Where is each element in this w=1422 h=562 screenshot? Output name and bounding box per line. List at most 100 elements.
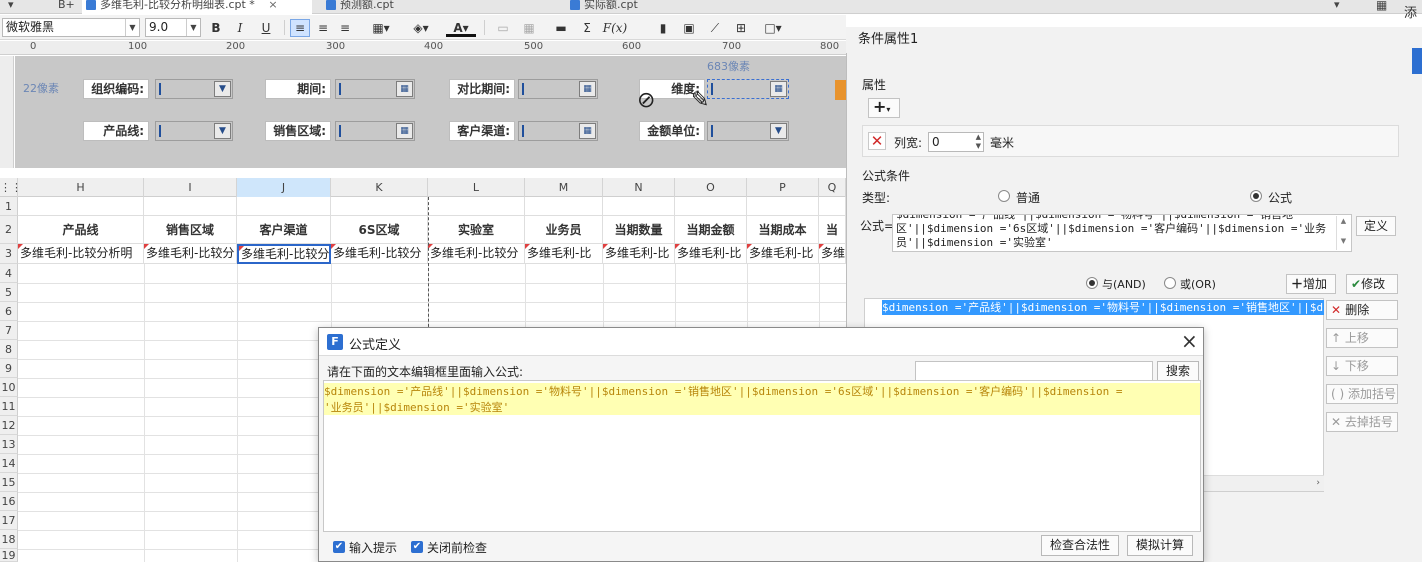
grid-cell[interactable]: [237, 197, 331, 216]
edit-pencil-icon[interactable]: ✎: [691, 90, 719, 114]
row-header[interactable]: 7: [0, 321, 18, 340]
column-header-q[interactable]: Q: [819, 178, 846, 197]
data-cell[interactable]: 多维: [819, 244, 846, 264]
grid-cell[interactable]: [18, 197, 144, 216]
row-header[interactable]: 16: [0, 492, 18, 511]
row-header[interactable]: 1: [0, 197, 18, 216]
italic-button[interactable]: I: [232, 19, 248, 37]
data-cell[interactable]: 多维毛利-比: [675, 244, 747, 264]
remove-bracket-button[interactable]: ✕ 去掉括号: [1326, 412, 1398, 432]
sales-region-field[interactable]: ▦: [335, 121, 415, 141]
grid-cell[interactable]: [603, 197, 675, 216]
search-input[interactable]: [915, 361, 1153, 381]
insert-image-icon[interactable]: ▣: [680, 19, 698, 37]
merge-cells-icon[interactable]: ▭: [494, 19, 512, 37]
row-header[interactable]: 13: [0, 435, 18, 454]
product-line-field[interactable]: ▼: [155, 121, 233, 141]
logic-and-radio[interactable]: [1086, 277, 1098, 289]
logic-or-radio[interactable]: [1164, 277, 1176, 289]
remove-attribute-icon[interactable]: ✕: [868, 132, 886, 150]
move-down-button[interactable]: ↓ 下移: [1326, 356, 1398, 376]
header-cell-current-cost[interactable]: 当期成本: [747, 216, 819, 244]
row-header[interactable]: 12: [0, 416, 18, 435]
header-cell-product-line[interactable]: 产品线: [18, 216, 144, 244]
new-tab-button[interactable]: B+: [52, 0, 78, 14]
data-cell[interactable]: 多维毛利-比: [603, 244, 675, 264]
add-attribute-button[interactable]: +▾: [868, 98, 900, 118]
calendar-icon[interactable]: ▦: [579, 81, 596, 97]
tab-scroll-down-icon[interactable]: ▾: [1330, 0, 1350, 14]
sub-report-icon[interactable]: ⊞: [732, 19, 750, 37]
grid-cell[interactable]: [675, 197, 747, 216]
header-cell-lab[interactable]: 实验室: [428, 216, 525, 244]
font-family-select[interactable]: 微软雅黑 ▼: [2, 18, 140, 37]
row-header[interactable]: 10: [0, 378, 18, 397]
header-cell-truncated[interactable]: 当: [819, 216, 846, 244]
input-hint-checkbox[interactable]: ✔: [333, 541, 345, 553]
dropdown-icon[interactable]: ▼: [770, 123, 787, 139]
header-cell-sales-region[interactable]: 销售区域: [144, 216, 237, 244]
type-formula-radio[interactable]: [1250, 190, 1262, 202]
column-header-i[interactable]: I: [144, 178, 237, 197]
row-header[interactable]: 8: [0, 340, 18, 359]
column-header-o[interactable]: O: [675, 178, 747, 197]
define-button[interactable]: 定义: [1356, 216, 1396, 236]
text-field-icon[interactable]: ▬: [552, 19, 570, 37]
dimension-field[interactable]: ▦: [707, 79, 789, 99]
border-icon[interactable]: ▦▾: [368, 19, 394, 37]
row-header[interactable]: 3: [0, 244, 18, 264]
slash-cell-icon[interactable]: ⟋: [706, 19, 724, 37]
type-normal-radio[interactable]: [998, 190, 1010, 202]
column-header-h[interactable]: H: [18, 178, 144, 197]
header-cell-customer-channel[interactable]: 客户渠道: [237, 216, 331, 244]
period-field[interactable]: ▦: [335, 79, 415, 99]
data-cell[interactable]: 多维毛利-比较分: [428, 244, 525, 264]
row-header[interactable]: 17: [0, 511, 18, 530]
font-color-icon[interactable]: A▾: [446, 19, 476, 37]
row-header[interactable]: 6: [0, 302, 18, 321]
delete-button[interactable]: ✕ 删除: [1326, 300, 1398, 320]
validate-button[interactable]: 检查合法性: [1041, 535, 1119, 556]
row-header[interactable]: 4: [0, 264, 18, 283]
org-code-field[interactable]: ▼: [155, 79, 233, 99]
check-before-close-checkbox[interactable]: ✔: [411, 541, 423, 553]
header-cell-salesperson[interactable]: 业务员: [525, 216, 603, 244]
font-size-select[interactable]: 9.0 ▼: [145, 18, 201, 37]
fill-color-icon[interactable]: ◈▾: [408, 19, 434, 37]
column-header-m[interactable]: M: [525, 178, 603, 197]
tab-menu-arrow[interactable]: ▾: [2, 0, 42, 14]
underline-button[interactable]: U: [258, 19, 274, 37]
tab-forecast[interactable]: 预测额.cpt: [322, 0, 562, 14]
selected-data-cell[interactable]: 多维毛利-比较分: [237, 244, 331, 264]
row-header[interactable]: 11: [0, 397, 18, 416]
layout-grid-icon[interactable]: ▦: [1372, 0, 1396, 14]
dropdown-icon[interactable]: ▦: [770, 81, 787, 97]
column-header-k[interactable]: K: [331, 178, 428, 197]
column-header-l[interactable]: L: [428, 178, 525, 197]
align-right-icon[interactable]: ≡: [336, 19, 354, 37]
data-cell[interactable]: 多维毛利-比较分: [144, 244, 237, 264]
compare-period-field[interactable]: ▦: [518, 79, 598, 99]
column-header-j[interactable]: J: [237, 178, 331, 197]
split-cells-icon[interactable]: ▦: [520, 19, 538, 37]
fx-icon[interactable]: F(x): [602, 19, 628, 37]
row-header[interactable]: 14: [0, 454, 18, 473]
tab-actual[interactable]: 实际额.cpt: [566, 0, 846, 14]
row-header[interactable]: 9: [0, 359, 18, 378]
simulate-button[interactable]: 模拟计算: [1127, 535, 1193, 556]
hidden-eye-icon[interactable]: ⊘: [637, 90, 665, 114]
grid-cell[interactable]: [819, 197, 846, 216]
formula-editor[interactable]: $dimension ='产品线'||$dimension ='物料号'||$d…: [323, 380, 1201, 532]
header-cell-current-qty[interactable]: 当期数量: [603, 216, 675, 244]
add-bracket-button[interactable]: ( ) 添加括号: [1326, 384, 1398, 404]
bold-button[interactable]: B: [208, 19, 224, 37]
row-header[interactable]: 18: [0, 530, 18, 549]
header-cell-current-amount[interactable]: 当期金额: [675, 216, 747, 244]
formula-scrollbar[interactable]: ▲ ▼: [1336, 216, 1350, 250]
data-cell[interactable]: 多维毛利-比较分析明: [18, 244, 144, 264]
row-header[interactable]: 2: [0, 216, 18, 244]
side-tab-marker[interactable]: [1412, 48, 1422, 74]
condition-list-item-selected[interactable]: $dimension ='产品线'||$dimension ='物料号'||$d…: [882, 300, 1324, 315]
modify-condition-button[interactable]: ✔修改: [1346, 274, 1398, 294]
column-header-p[interactable]: P: [747, 178, 819, 197]
